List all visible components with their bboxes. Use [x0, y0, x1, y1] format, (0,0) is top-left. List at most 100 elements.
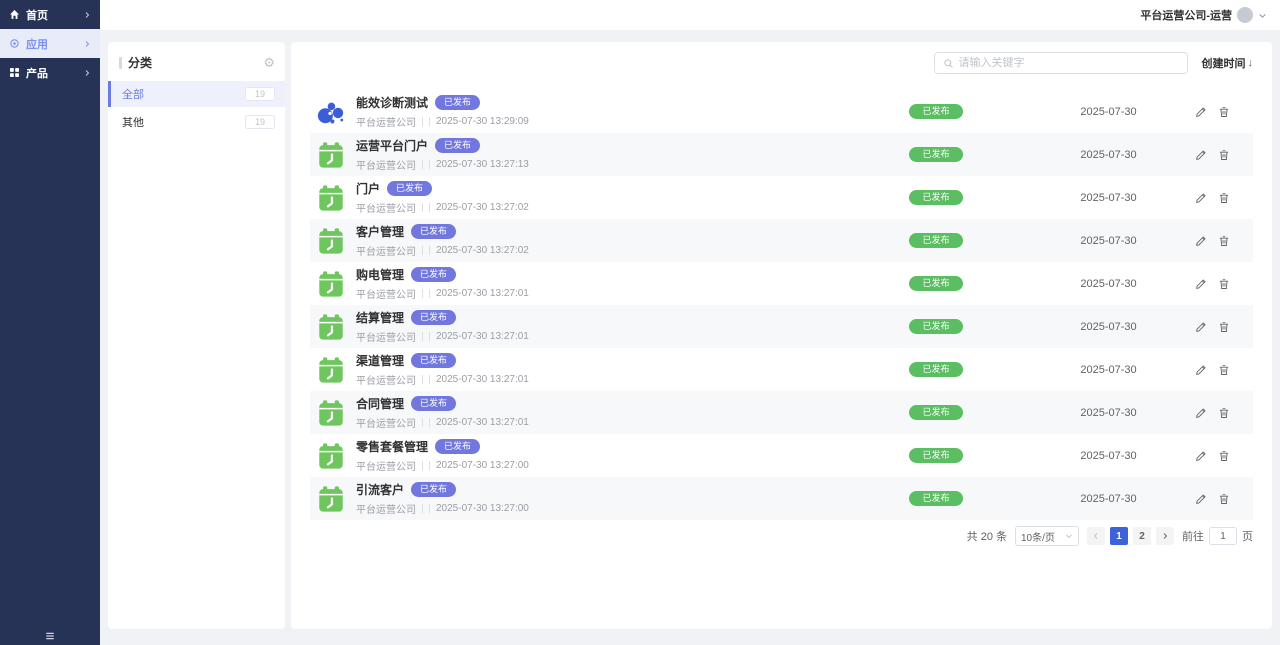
- goto-page-input[interactable]: [1209, 527, 1237, 545]
- list-item[interactable]: 能效诊断测试 已发布 平台运营公司 2025-07-30 13:29:09 已发…: [310, 90, 1253, 133]
- app-publish-badge: 已发布: [411, 482, 456, 497]
- gear-icon[interactable]: ⚙: [263, 56, 275, 69]
- delete-icon[interactable]: [1218, 450, 1230, 462]
- app-created-at: 2025-07-30 13:27:01: [436, 288, 529, 299]
- edit-icon[interactable]: [1195, 106, 1207, 118]
- row-actions: [1191, 321, 1253, 333]
- app-company: 平台运营公司: [356, 372, 416, 387]
- delete-icon[interactable]: [1218, 321, 1230, 333]
- edit-icon[interactable]: [1195, 278, 1207, 290]
- sidebar-item-products[interactable]: 产品: [0, 58, 100, 87]
- calendar-icon: [316, 398, 346, 428]
- sort-label: 创建时间: [1202, 55, 1246, 71]
- divider: [429, 289, 430, 298]
- app-company: 平台运营公司: [356, 157, 416, 172]
- delete-icon[interactable]: [1218, 364, 1230, 376]
- edit-icon[interactable]: [1195, 407, 1207, 419]
- app-date: 2025-07-30: [1026, 235, 1191, 247]
- search-input[interactable]: [959, 57, 1179, 69]
- list-item[interactable]: 结算管理 已发布 平台运营公司 2025-07-30 13:27:01 已发布 …: [310, 305, 1253, 348]
- divider: [429, 418, 430, 427]
- list-item[interactable]: 门户 已发布 平台运营公司 2025-07-30 13:27:02 已发布 20…: [310, 176, 1253, 219]
- avatar[interactable]: [1237, 7, 1253, 23]
- app-title: 客户管理: [356, 223, 404, 240]
- divider: [422, 504, 423, 513]
- app-title: 结算管理: [356, 309, 404, 326]
- app-created-at: 2025-07-30 13:27:02: [436, 245, 529, 256]
- app-meta: 平台运营公司 2025-07-30 13:27:01: [356, 329, 846, 344]
- list-item[interactable]: 合同管理 已发布 平台运营公司 2025-07-30 13:27:01 已发布 …: [310, 391, 1253, 434]
- app-created-at: 2025-07-30 13:27:00: [436, 503, 529, 514]
- divider: [422, 117, 423, 126]
- delete-icon[interactable]: [1218, 106, 1230, 118]
- goto-label: 前往: [1182, 528, 1204, 544]
- edit-icon[interactable]: [1195, 493, 1207, 505]
- sidebar-item-label: 应用: [26, 36, 48, 52]
- delete-icon[interactable]: [1218, 407, 1230, 419]
- sidebar: 首页 应用 产品: [0, 0, 100, 645]
- divider: [422, 418, 423, 427]
- list-item[interactable]: 零售套餐管理 已发布 平台运营公司 2025-07-30 13:27:00 已发…: [310, 434, 1253, 477]
- app-publish-badge: 已发布: [411, 267, 456, 282]
- chevron-down-icon: [1065, 532, 1073, 540]
- list-item[interactable]: 渠道管理 已发布 平台运营公司 2025-07-30 13:27:01 已发布 …: [310, 348, 1253, 391]
- app-title: 购电管理: [356, 266, 404, 283]
- page-button-2[interactable]: 2: [1133, 527, 1151, 545]
- divider: [422, 246, 423, 255]
- sidebar-collapse-button[interactable]: [0, 630, 100, 642]
- app-date: 2025-07-30: [1026, 192, 1191, 204]
- chevron-right-icon: [83, 40, 91, 48]
- chevron-down-icon[interactable]: [1258, 11, 1267, 20]
- page-size-select[interactable]: 10条/页: [1015, 526, 1079, 546]
- app-date: 2025-07-30: [1026, 321, 1191, 333]
- edit-icon[interactable]: [1195, 450, 1207, 462]
- calendar-icon: [316, 484, 346, 514]
- product-icon: [9, 67, 20, 78]
- app-date: 2025-07-30: [1026, 106, 1191, 118]
- app-date: 2025-07-30: [1026, 493, 1191, 505]
- divider: [429, 375, 430, 384]
- app-company: 平台运营公司: [356, 286, 416, 301]
- edit-icon[interactable]: [1195, 235, 1207, 247]
- divider: [429, 246, 430, 255]
- app-list: 能效诊断测试 已发布 平台运营公司 2025-07-30 13:29:09 已发…: [310, 90, 1253, 520]
- chevron-right-icon: [83, 69, 91, 77]
- pagination-total: 共 20 条: [967, 528, 1007, 544]
- category-label: 全部: [122, 86, 144, 102]
- app-meta: 平台运营公司 2025-07-30 13:27:00: [356, 458, 846, 473]
- app-info: 购电管理 已发布 平台运营公司 2025-07-30 13:27:01: [356, 266, 846, 301]
- edit-icon[interactable]: [1195, 192, 1207, 204]
- calendar-icon: [316, 441, 346, 471]
- edit-icon[interactable]: [1195, 321, 1207, 333]
- search-box[interactable]: [934, 52, 1188, 74]
- delete-icon[interactable]: [1218, 278, 1230, 290]
- sidebar-item-home[interactable]: 首页: [0, 0, 100, 29]
- sort-by-created-time[interactable]: 创建时间 ↓: [1202, 55, 1254, 71]
- edit-icon[interactable]: [1195, 364, 1207, 376]
- app-title: 合同管理: [356, 395, 404, 412]
- next-page-button[interactable]: [1156, 527, 1174, 545]
- list-item[interactable]: 客户管理 已发布 平台运营公司 2025-07-30 13:27:02 已发布 …: [310, 219, 1253, 262]
- edit-icon[interactable]: [1195, 149, 1207, 161]
- sidebar-item-apps[interactable]: 应用: [0, 29, 100, 58]
- accent-bar: [119, 57, 122, 69]
- category-item-other[interactable]: 其他 19: [108, 109, 285, 135]
- delete-icon[interactable]: [1218, 493, 1230, 505]
- app-info: 零售套餐管理 已发布 平台运营公司 2025-07-30 13:27:00: [356, 438, 846, 473]
- app-created-at: 2025-07-30 13:27:01: [436, 331, 529, 342]
- delete-icon[interactable]: [1218, 235, 1230, 247]
- page-button-1[interactable]: 1: [1110, 527, 1128, 545]
- app-meta: 平台运营公司 2025-07-30 13:27:02: [356, 243, 846, 258]
- category-item-all[interactable]: 全部 19: [108, 81, 285, 107]
- delete-icon[interactable]: [1218, 192, 1230, 204]
- app-publish-badge: 已发布: [411, 396, 456, 411]
- row-actions: [1191, 192, 1253, 204]
- prev-page-button[interactable]: [1087, 527, 1105, 545]
- list-item[interactable]: 引流客户 已发布 平台运营公司 2025-07-30 13:27:00 已发布 …: [310, 477, 1253, 520]
- delete-icon[interactable]: [1218, 149, 1230, 161]
- status-badge: 已发布: [909, 276, 962, 292]
- list-item[interactable]: 购电管理 已发布 平台运营公司 2025-07-30 13:27:01 已发布 …: [310, 262, 1253, 305]
- list-item[interactable]: 运营平台门户 已发布 平台运营公司 2025-07-30 13:27:13 已发…: [310, 133, 1253, 176]
- app-created-at: 2025-07-30 13:27:13: [436, 159, 529, 170]
- app-date: 2025-07-30: [1026, 407, 1191, 419]
